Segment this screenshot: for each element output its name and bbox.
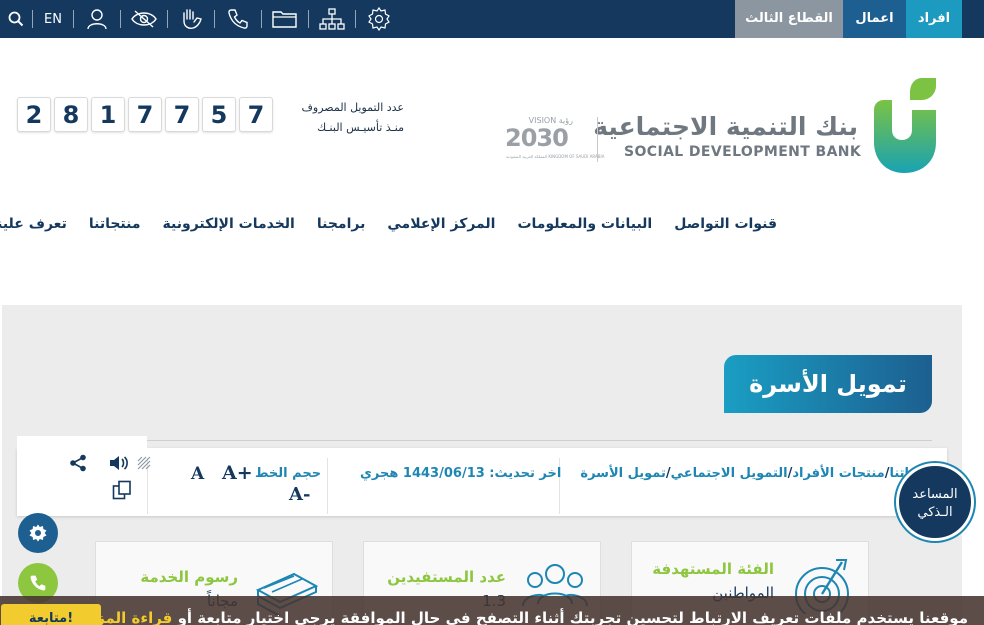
main-navigation: تعرف علينا منتجاتنا الخدمات الإلكترونية … [0,216,777,232]
phone-icon[interactable] [215,0,261,38]
bank-name-arabic: بنك التنمية الاجتماعية [593,112,858,141]
user-icon[interactable] [74,0,120,38]
phone-icon [30,575,46,591]
language-toggle[interactable]: EN [33,0,73,38]
counter-digit: 5 [202,97,236,132]
assistant-label-line1: المساعد [912,487,958,502]
counter-digit: 1 [91,97,125,132]
bank-logo-icon[interactable] [870,78,938,178]
segment-individuals[interactable]: افراد [906,0,962,38]
cookie-banner: موقعنا يستخدم ملفات تعريف الارتباط لتحسي… [0,596,984,625]
vision-2030-logo: VISION رؤية 2030 المملكة العربية السعودي… [503,116,604,162]
share-icon[interactable] [69,454,87,476]
vision-year: 2030 [505,124,569,152]
funding-caption-line1: عدد التمويل المصروف [301,101,404,114]
breadcrumb: اتنا/منتجات الأفراد/التمويل الاجتماعي/تم… [580,466,909,481]
funding-counter: 2 8 1 7 7 5 7 [17,97,273,132]
language-label[interactable]: EN [44,12,62,27]
divider [32,440,932,441]
eye-slash-icon[interactable] [121,0,167,38]
breadcrumb-item[interactable]: التمويل الاجتماعي [671,466,788,481]
funding-caption: عدد التمويل المصروف منـذ تأسيـس البنـك [280,98,404,138]
font-decrease-button[interactable]: A- [289,484,310,505]
search-icon[interactable] [0,0,32,38]
sitemap-icon[interactable] [309,0,355,38]
counter-digit: 8 [54,97,88,132]
font-reset-button[interactable]: A [191,464,204,484]
top-bar: EN القطاع الثالث اعمال افراد [0,0,984,38]
card-title: رسوم الخدمة [140,568,238,586]
counter-digit: 2 [17,97,51,132]
nav-item-programs[interactable]: برامجنا [317,216,366,232]
speaker-icon[interactable] [109,454,129,476]
cookie-message: موقعنا يستخدم ملفات تعريف الارتباط لتحسي… [177,609,968,625]
nav-item-media-center[interactable]: المركز الإعلامي [387,216,495,232]
sign-language-icon[interactable] [168,0,214,38]
folder-icon[interactable] [262,0,308,38]
accessibility-settings-button[interactable] [18,513,58,553]
bank-name-english: SOCIAL DEVELOPMENT BANK [624,144,862,160]
divider [327,458,328,514]
breadcrumb-item[interactable]: منتجات الأفراد [792,466,884,481]
assistant-label-line2: الـذكي [917,505,953,520]
utility-icons: EN [0,0,402,38]
cookie-text: موقعنا يستخدم ملفات تعريف الارتباط لتحسي… [82,609,968,625]
card-title: عدد المستفيدين [387,568,506,586]
counter-digit: 7 [128,97,162,132]
font-size-label: حجم الخط [255,466,322,481]
smart-assistant-button[interactable]: المساعد الـذكي [896,463,974,541]
settings-badge-icon[interactable] [356,0,402,38]
page-info-bar: اتنا/منتجات الأفراد/التمويل الاجتماعي/تم… [17,436,947,516]
content-area: تمويل الأسرة اتنا/منتجات الأفراد/التمويل… [2,305,962,625]
cookie-accept-button[interactable]: متابعة! [1,604,101,625]
page-tools [17,436,151,504]
copy-icon[interactable] [112,480,132,504]
nav-item-products[interactable]: منتجاتنا [89,216,141,232]
nav-item-e-services[interactable]: الخدمات الإلكترونية [163,216,295,232]
segment-third-sector[interactable]: القطاع الثالث [735,0,843,38]
counter-digit: 7 [239,97,273,132]
last-update: اخر تحديث: 1443/06/13 هجري [360,466,562,481]
nav-item-contact-channels[interactable]: قنوات التواصل [674,216,777,232]
font-increase-button[interactable]: A+ [222,462,253,484]
segment-business[interactable]: اعمال [843,0,906,38]
counter-digit: 7 [165,97,199,132]
card-title: الفئة المستهدفة [652,560,774,578]
gear-icon [29,524,47,542]
funding-caption-line2: منـذ تأسيـس البنـك [317,121,404,134]
breadcrumb-current: تمويل الأسرة [580,466,666,481]
page-title: تمويل الأسرة [724,355,932,413]
nav-item-data-info[interactable]: البيانات والمعلومات [517,216,652,232]
vision-subtitle: المملكة العربية السعودية KINGDOM OF SAUD… [506,154,605,159]
audience-segments: القطاع الثالث اعمال افراد [735,0,962,38]
nav-item-about[interactable]: تعرف علينا [0,216,67,232]
print-icon[interactable] [137,454,151,474]
